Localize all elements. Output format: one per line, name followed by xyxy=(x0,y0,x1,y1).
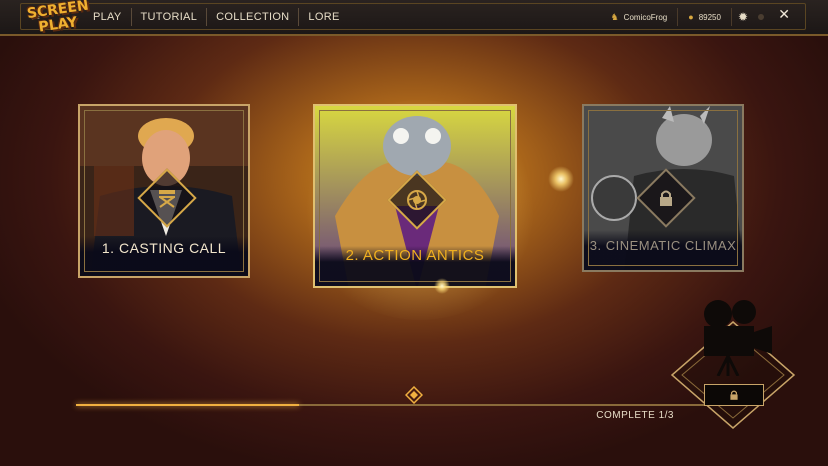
nav-item-collection[interactable]: COLLECTION xyxy=(206,8,298,26)
separator-dot xyxy=(758,14,764,20)
main-nav: PLAY TUTORIAL COLLECTION LORE xyxy=(84,8,349,26)
progress-label: COMPLETE 1/3 xyxy=(596,410,674,421)
nav-item-lore[interactable]: LORE xyxy=(298,8,348,26)
reward-badge[interactable] xyxy=(670,300,796,430)
film-camera-icon xyxy=(704,300,772,376)
close-icon[interactable]: ✕ xyxy=(778,7,790,23)
settings-button[interactable]: ✹ xyxy=(730,8,754,26)
chapter-card-2[interactable]: 2. ACTION ANTICS xyxy=(313,104,517,288)
light-sparkle xyxy=(548,166,574,192)
chapter-card-1[interactable]: 1. CASTING CALL xyxy=(78,104,250,278)
nav-item-play[interactable]: PLAY xyxy=(84,8,131,26)
chapter-label-3: 3. CINEMATIC CLIMAX xyxy=(589,238,737,253)
camera-aperture-icon xyxy=(398,181,436,219)
currency-display: ● 89250 xyxy=(677,8,731,26)
progress-fill xyxy=(76,404,300,406)
chapter-card-3[interactable]: 3. CINEMATIC CLIMAX xyxy=(582,104,744,272)
chapter-label-1: 1. CASTING CALL xyxy=(101,240,227,256)
coin-icon: ● xyxy=(688,12,694,22)
currency-amount: 89250 xyxy=(698,12,721,22)
user-area: ♞ ComicoFrog ● 89250 ✹ xyxy=(601,8,768,26)
reward-lock-plate xyxy=(704,384,764,406)
progress-marker-icon xyxy=(405,386,423,404)
lock-icon xyxy=(647,179,685,217)
light-sparkle xyxy=(434,278,450,294)
username: ComicoFrog xyxy=(623,12,668,22)
gear-icon: ✹ xyxy=(737,10,748,24)
lock-icon xyxy=(730,390,738,400)
nav-item-tutorial[interactable]: TUTORIAL xyxy=(130,8,207,26)
user-profile[interactable]: ♞ ComicoFrog xyxy=(601,8,678,26)
progress-track xyxy=(76,404,752,406)
user-icon: ♞ xyxy=(610,11,619,22)
logo-text: SCREEN PLAY xyxy=(26,0,90,36)
director-chair-icon xyxy=(148,179,186,217)
game-logo[interactable]: SCREEN PLAY xyxy=(26,0,90,45)
chapter-label-2: 2. ACTION ANTICS xyxy=(345,247,485,264)
